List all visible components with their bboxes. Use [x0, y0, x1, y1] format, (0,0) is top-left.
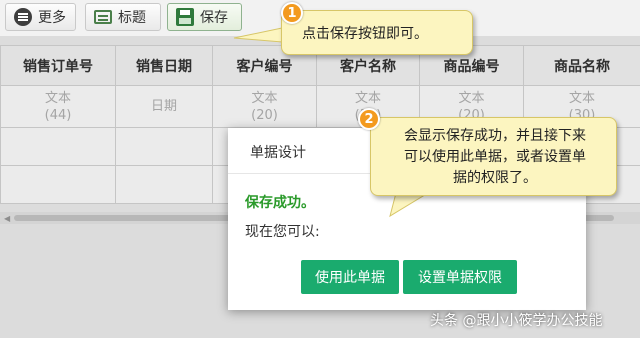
- save-label: 保存: [200, 10, 228, 26]
- more-button[interactable]: 更多: [5, 3, 76, 31]
- callout-tip-1: 点击保存按钮即可。: [281, 10, 473, 55]
- more-icon: [14, 8, 32, 26]
- watermark: 头条 @跟小小筱学办公技能: [430, 313, 603, 329]
- callout-text: 会显示保存成功，并且接下来 可以使用此单据，或者设置单 据的权限了。: [404, 128, 586, 186]
- callout-text: 点击保存按钮即可。: [302, 26, 428, 42]
- title-button[interactable]: 标题: [85, 3, 161, 31]
- step-badge-2: 2: [358, 108, 380, 130]
- use-document-button[interactable]: 使用此单据: [301, 260, 399, 294]
- success-message: 保存成功。: [245, 195, 315, 211]
- callout-tip-2: 会显示保存成功，并且接下来 可以使用此单据，或者设置单 据的权限了。: [370, 117, 617, 196]
- set-permission-button[interactable]: 设置单据权限: [403, 260, 517, 294]
- callout-pointer: [233, 27, 283, 43]
- save-icon: [176, 8, 194, 26]
- title-label: 标题: [118, 10, 146, 26]
- save-button[interactable]: 保存: [167, 3, 242, 31]
- title-icon: [94, 10, 112, 24]
- step-badge-1: 1: [281, 2, 303, 24]
- next-step-text: 现在您可以:: [245, 224, 320, 240]
- more-label: 更多: [38, 10, 66, 26]
